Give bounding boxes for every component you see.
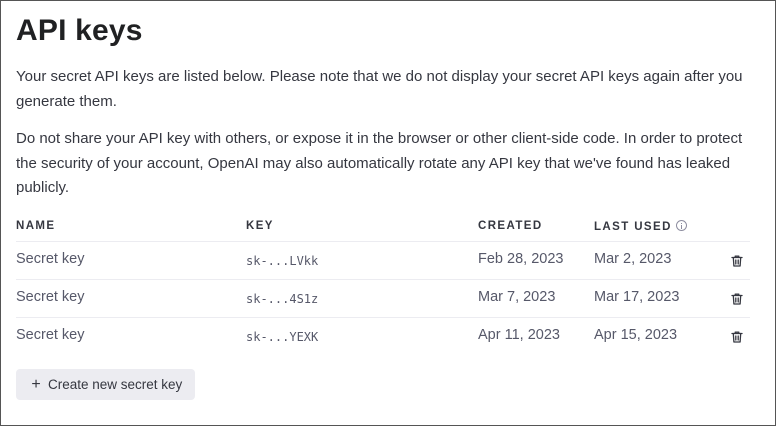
key-created-date: Apr 11, 2023 [478, 327, 560, 343]
key-last-used-date: Mar 17, 2023 [594, 289, 680, 305]
column-header-key: KEY [246, 220, 274, 232]
info-icon[interactable] [675, 220, 687, 231]
security-paragraph: Do not share your API key with others, o… [16, 130, 743, 196]
key-last-used-date: Apr 15, 2023 [594, 327, 678, 343]
trash-icon[interactable] [730, 330, 744, 344]
column-header-last-used-label: LAST USED [594, 221, 672, 233]
column-header-name: NAME [16, 220, 56, 232]
plus-icon: + [31, 375, 41, 393]
table-header: NAME KEY CREATED LAST USED [16, 213, 750, 242]
page-title: API keys [16, 14, 143, 47]
create-new-secret-key-button[interactable]: + Create new secret key [16, 369, 195, 400]
table-row: Secret key sk-...4S1z Mar 7, 2023 Mar 17… [16, 280, 750, 318]
column-header-last-used: LAST USED [594, 220, 687, 233]
intro-paragraph: Your secret API keys are listed below. P… [16, 68, 743, 110]
trash-icon[interactable] [730, 292, 744, 306]
key-value: sk-...YEXK [246, 330, 319, 344]
key-value: sk-...4S1z [246, 292, 319, 306]
table-row: Secret key sk-...YEXK Apr 11, 2023 Apr 1… [16, 318, 750, 355]
column-header-created: CREATED [478, 220, 543, 232]
table-row: Secret key sk-...LVkk Feb 28, 2023 Mar 2… [16, 242, 750, 280]
key-value: sk-...LVkk [246, 254, 319, 268]
trash-icon[interactable] [730, 254, 744, 268]
key-name: Secret key [16, 289, 85, 305]
key-name: Secret key [16, 327, 85, 343]
key-name: Secret key [16, 251, 85, 267]
key-created-date: Feb 28, 2023 [478, 251, 564, 267]
api-keys-table: NAME KEY CREATED LAST USED Secret key sk… [16, 213, 750, 355]
create-new-secret-key-label: Create new secret key [48, 377, 183, 392]
key-created-date: Mar 7, 2023 [478, 289, 556, 305]
key-last-used-date: Mar 2, 2023 [594, 251, 672, 267]
